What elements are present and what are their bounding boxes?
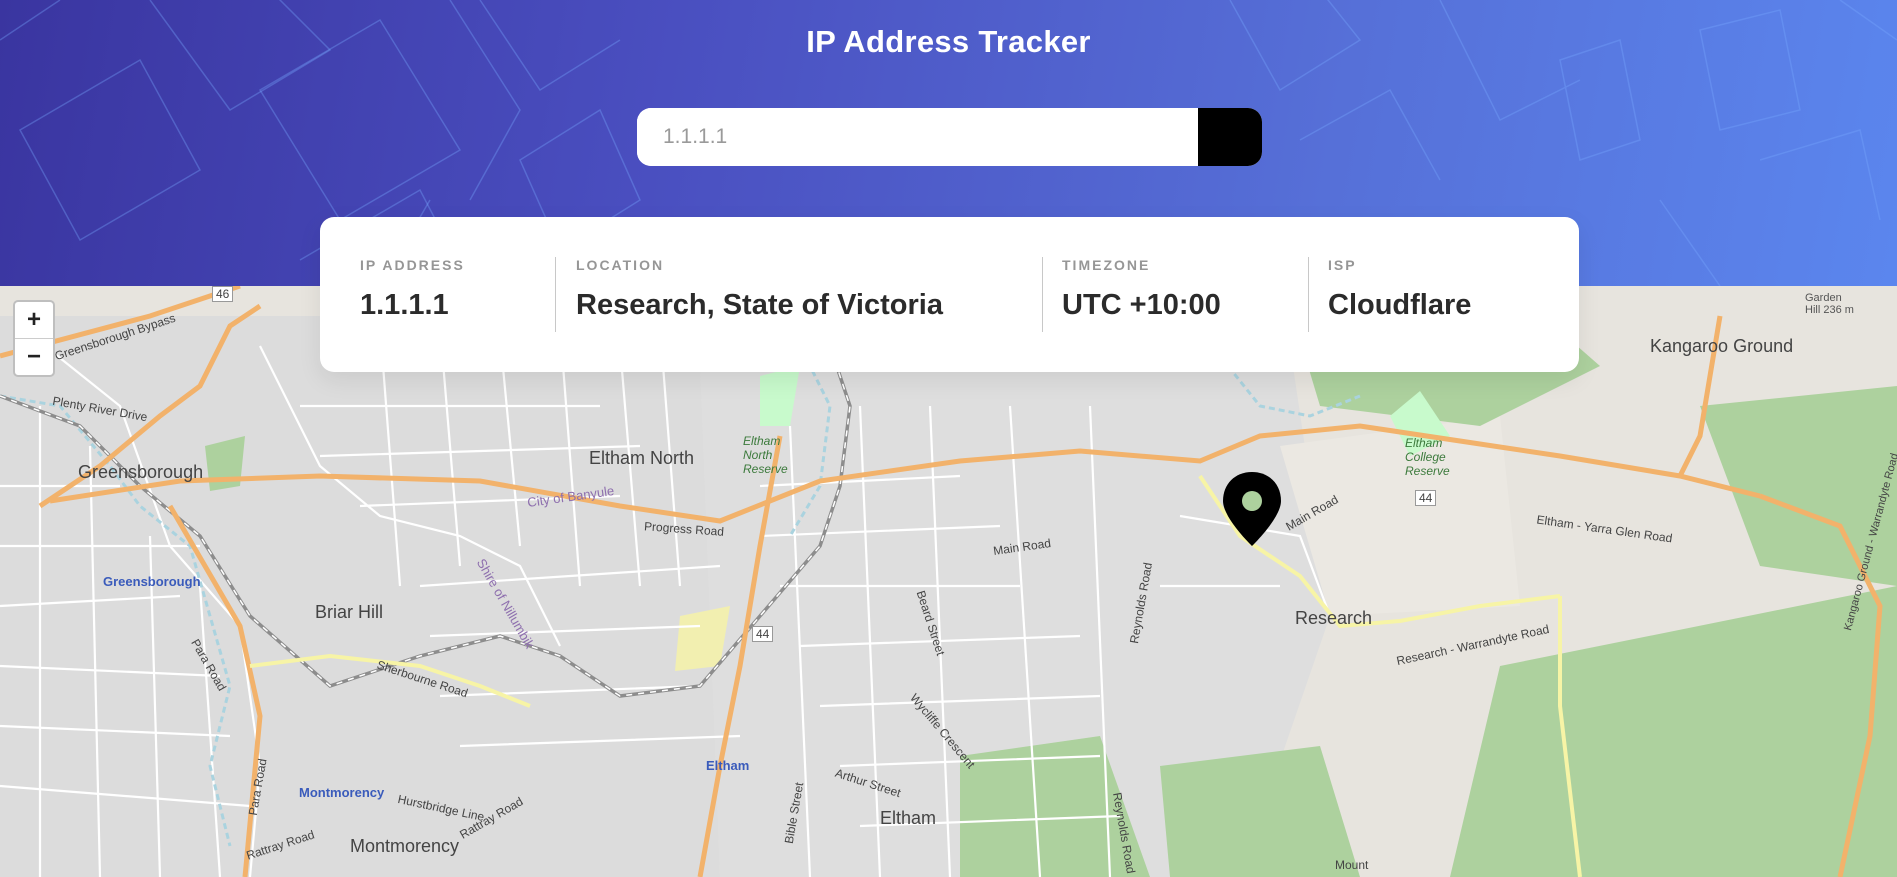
timezone-section: TIMEZONE UTC +10:00 bbox=[1062, 257, 1221, 322]
ip-address-section: IP ADDRESS 1.1.1.1 bbox=[360, 257, 465, 322]
page-title: IP Address Tracker bbox=[806, 24, 1091, 59]
place-label: Eltham North bbox=[589, 448, 695, 468]
isp-value: Cloudflare bbox=[1328, 289, 1472, 321]
place-label: Briar Hill bbox=[315, 602, 384, 622]
zoom-out-button[interactable]: − bbox=[15, 338, 53, 375]
park-label: Eltham College Reserve bbox=[1405, 436, 1450, 478]
ip-info-card: IP ADDRESS 1.1.1.1 LOCATION Research, St… bbox=[320, 217, 1579, 372]
station-label: Greensborough bbox=[103, 574, 201, 589]
station-label: Montmorency bbox=[299, 785, 385, 800]
timezone-label: TIMEZONE bbox=[1062, 257, 1151, 273]
place-label: Research bbox=[1295, 608, 1373, 628]
park-label: Eltham North Reserve bbox=[743, 434, 788, 476]
place-label: Kangaroo Ground bbox=[1650, 336, 1794, 356]
divider bbox=[1308, 257, 1309, 332]
route-shield: 44 bbox=[1415, 490, 1437, 506]
route-shield: 44 bbox=[752, 626, 774, 642]
station-label: Eltham bbox=[706, 758, 750, 773]
location-label: LOCATION bbox=[576, 257, 665, 273]
isp-section: ISP Cloudflare bbox=[1328, 257, 1471, 322]
map-tiles bbox=[0, 286, 1897, 877]
place-label: Garden Hill 236 m bbox=[1805, 292, 1854, 316]
ip-address-label: IP ADDRESS bbox=[360, 257, 465, 273]
location-section: LOCATION Research, State of Victoria bbox=[576, 257, 943, 322]
location-value: Research, State of Victoria bbox=[576, 289, 943, 321]
search-submit-button[interactable] bbox=[638, 108, 1262, 166]
route-shield: 46 bbox=[212, 286, 234, 302]
timezone-value: UTC +10:00 bbox=[1062, 289, 1221, 321]
map-pin-icon[interactable] bbox=[1221, 470, 1283, 548]
zoom-control: + − bbox=[13, 300, 55, 377]
place-label: Mount bbox=[1335, 858, 1369, 872]
ip-search-input[interactable] bbox=[637, 108, 1198, 166]
search-bar bbox=[637, 108, 1262, 166]
chevron-right-icon bbox=[638, 108, 650, 126]
place-label: Montmorency bbox=[350, 836, 460, 856]
zoom-in-button[interactable]: + bbox=[15, 302, 53, 338]
divider bbox=[555, 257, 556, 332]
place-label: Eltham bbox=[880, 808, 937, 828]
place-label: Greensborough bbox=[78, 462, 204, 482]
ip-address-value: 1.1.1.1 bbox=[360, 289, 449, 321]
divider bbox=[1042, 257, 1043, 332]
map-view[interactable]: 46 44 44 Kangaroo Ground Garden Hill 236… bbox=[0, 286, 1897, 877]
isp-label: ISP bbox=[1328, 257, 1357, 273]
